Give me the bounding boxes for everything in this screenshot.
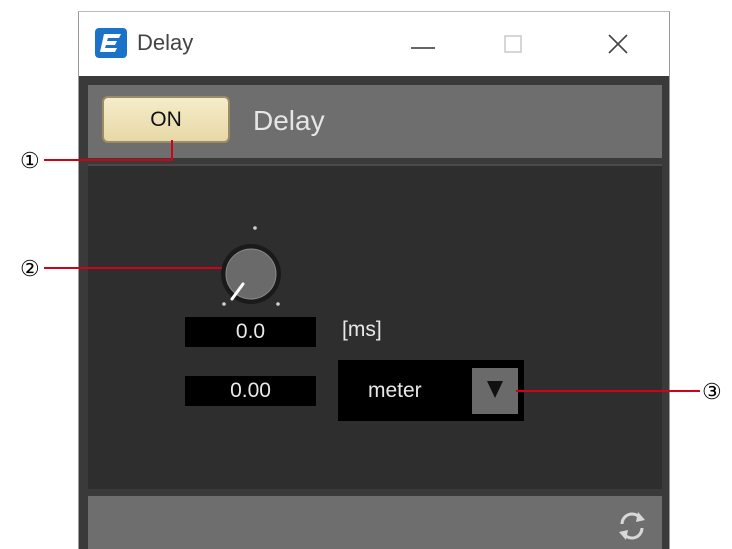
knob-tick-top: [253, 226, 257, 230]
callout-1: ①: [20, 148, 40, 173]
footer-bar: [88, 496, 662, 549]
minimize-button[interactable]: [397, 22, 449, 66]
on-button[interactable]: ON: [102, 96, 230, 143]
delay-distance-readout[interactable]: 0.00: [185, 376, 316, 406]
delay-window: Delay ON Delay: [78, 11, 670, 549]
delay-knob[interactable]: [210, 220, 300, 310]
callout-2: ②: [20, 256, 40, 281]
header-bar: ON Delay: [88, 85, 662, 158]
distance-unit-select[interactable]: meter: [338, 360, 524, 421]
time-unit-label: [ms]: [342, 318, 382, 341]
minimize-icon: [411, 47, 435, 49]
component-title: Delay: [253, 105, 325, 136]
callout-3: ③: [702, 379, 722, 404]
unit-dropdown-button[interactable]: [472, 368, 518, 414]
knob-tick-max: [276, 302, 280, 306]
maximize-icon: [504, 35, 522, 53]
close-icon: [608, 34, 628, 54]
sync-icon[interactable]: [614, 508, 650, 544]
title-bar[interactable]: Delay: [79, 12, 669, 76]
window-title: Delay: [137, 30, 194, 55]
distance-unit-value: meter: [368, 379, 422, 402]
knob-tick-min: [222, 302, 226, 306]
close-button[interactable]: [593, 22, 645, 66]
app-logo-icon: [95, 28, 127, 58]
maximize-button[interactable]: [487, 22, 539, 66]
triangle-down-icon: [487, 381, 503, 398]
delay-time-readout[interactable]: 0.0: [185, 317, 316, 347]
